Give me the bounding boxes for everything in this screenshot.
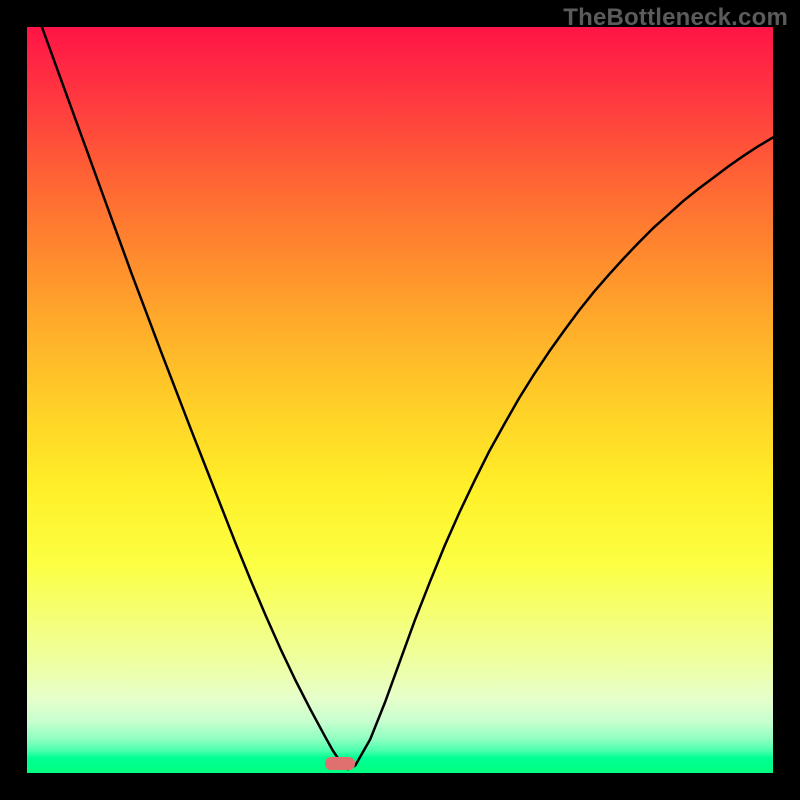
watermark-label: TheBottleneck.com (563, 4, 788, 32)
optimum-marker (325, 757, 355, 770)
gradient-plot-area (27, 27, 773, 773)
chart-frame: TheBottleneck.com (0, 0, 800, 800)
